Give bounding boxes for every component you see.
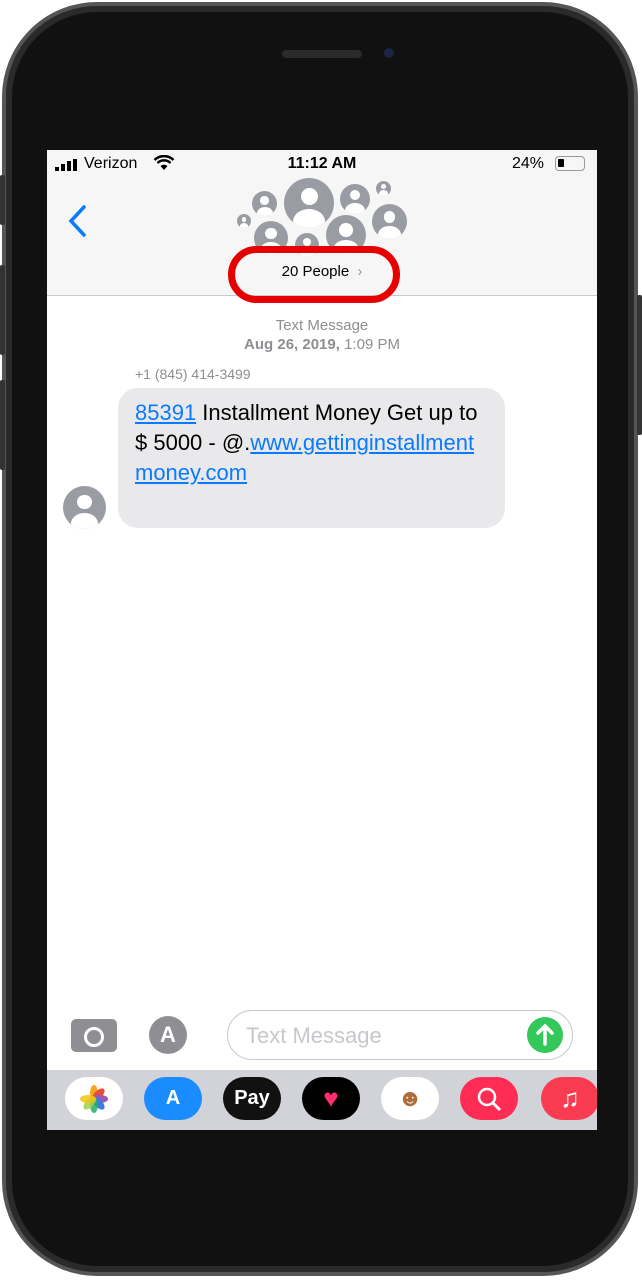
message-bubble: 85391 Installment Money Get up to $ 5000… <box>118 388 505 528</box>
status-bar: Verizon 11:12 AM 24% <box>47 150 597 178</box>
web-images-icon <box>477 1087 502 1111</box>
message-placeholder: Text Message <box>246 1023 382 1048</box>
time: 1:09 PM <box>344 336 400 353</box>
volume-up-button <box>0 265 5 355</box>
timestamp: Aug 26, 2019, 1:09 PM <box>47 336 597 353</box>
service-label: Text Message <box>275 317 369 334</box>
photos-app[interactable] <box>65 1077 123 1120</box>
apple-pay-icon: Pay <box>234 1087 270 1109</box>
avatar-icon <box>376 181 391 196</box>
memoji-icon: ☻ <box>397 1084 423 1112</box>
sender-number: +1 (845) 414-3499 <box>135 366 251 382</box>
music-icon: ♫ <box>560 1083 580 1113</box>
annotation-circle <box>228 246 400 303</box>
camera-icon <box>84 1027 104 1047</box>
app-store-icon: A <box>160 1022 176 1047</box>
message-input[interactable]: Text Message <box>227 1010 573 1060</box>
app-store-app[interactable]: A <box>144 1077 202 1120</box>
heart-icon: ♥ <box>323 1083 339 1113</box>
battery-percent: 24% <box>512 155 545 172</box>
screen: Verizon 11:12 AM 24% 20 People › Text Me… <box>47 150 597 1130</box>
app-store-button[interactable]: A <box>149 1016 187 1054</box>
sender-avatar[interactable] <box>63 486 106 529</box>
web-images-app[interactable] <box>460 1077 518 1120</box>
avatar-icon <box>237 214 251 228</box>
back-button[interactable] <box>67 205 89 237</box>
volume-down-button <box>0 380 5 470</box>
send-button[interactable] <box>527 1017 563 1053</box>
apple-pay-app[interactable]: Pay <box>223 1077 281 1120</box>
memoji-app[interactable]: ☻ <box>381 1077 439 1120</box>
arrow-up-icon <box>536 1023 554 1046</box>
avatar-icon <box>252 191 277 216</box>
avatar-icon <box>340 184 370 214</box>
front-camera <box>384 48 394 58</box>
code-link[interactable]: 85391 <box>135 400 196 425</box>
photos-icon <box>80 1084 108 1113</box>
app-drawer: A Pay ♥ ☻ ♫ <box>47 1070 597 1130</box>
side-button <box>637 295 642 435</box>
music-app[interactable]: ♫ <box>541 1077 597 1120</box>
date: Aug 26, 2019, <box>244 336 340 353</box>
mute-switch <box>0 175 5 225</box>
avatar-icon <box>284 178 334 228</box>
digital-touch-app[interactable]: ♥ <box>302 1077 360 1120</box>
avatar-icon <box>372 204 407 239</box>
battery-icon <box>555 156 585 171</box>
app-store-icon: A <box>165 1087 181 1109</box>
speaker <box>282 50 362 58</box>
camera-button[interactable] <box>71 1019 117 1052</box>
